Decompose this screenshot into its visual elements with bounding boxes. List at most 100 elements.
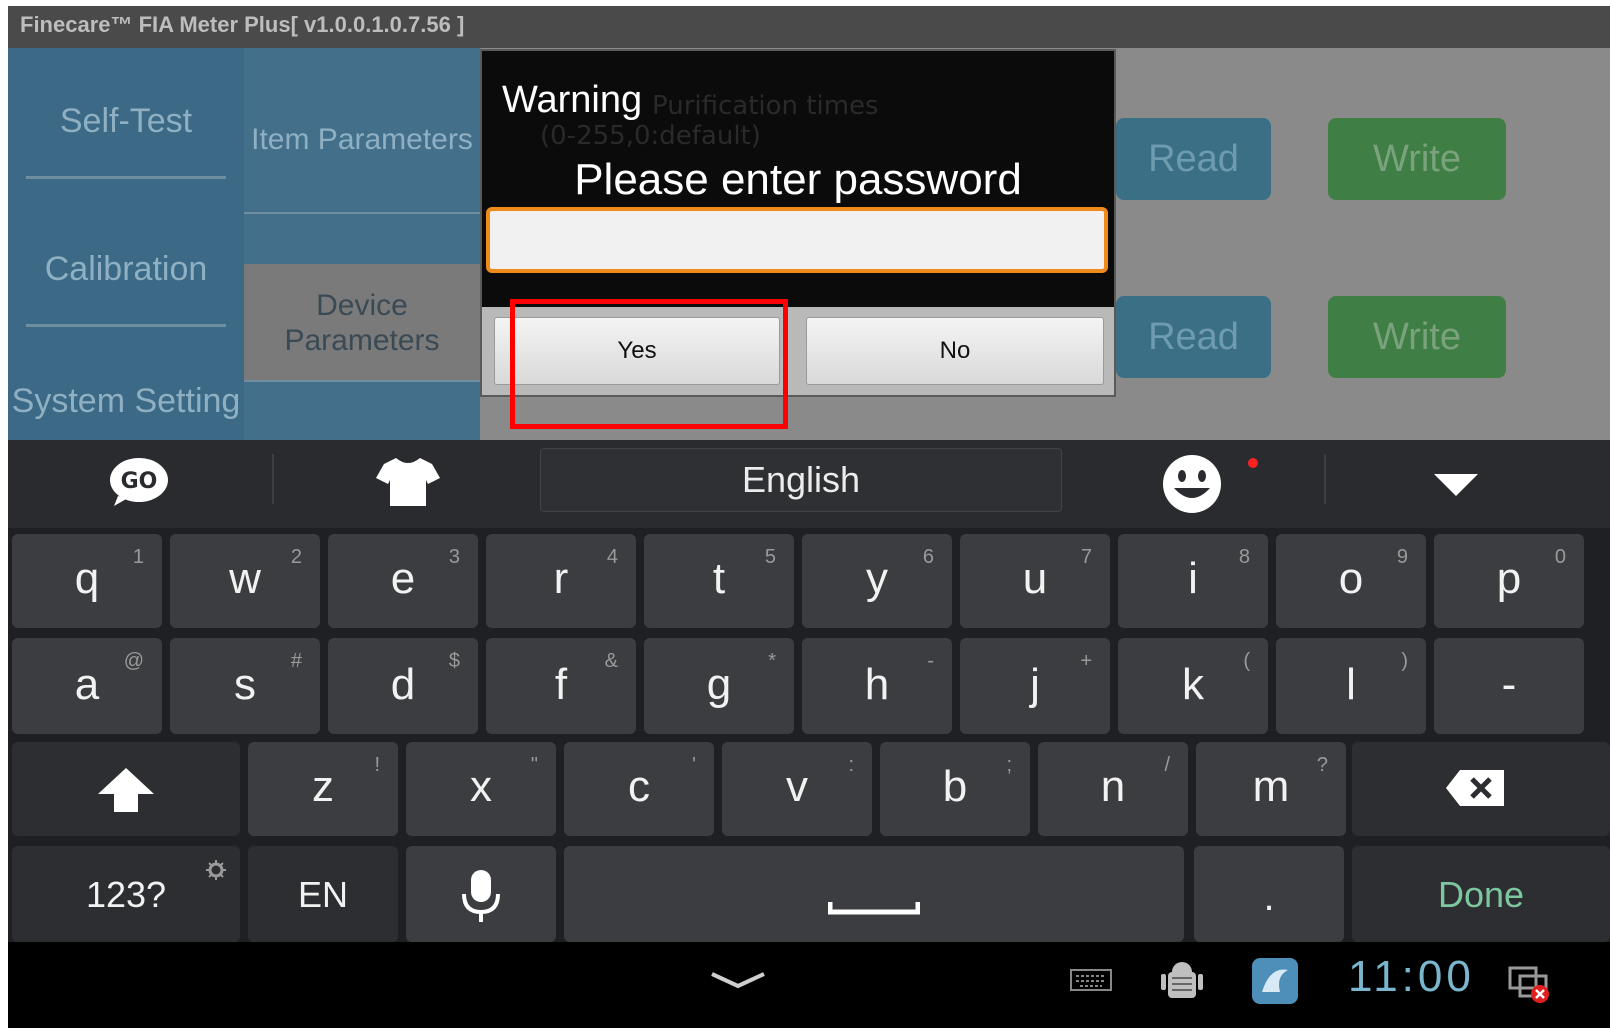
shift-key[interactable] [12,742,240,836]
collapse-icon[interactable] [1432,472,1480,498]
key-e[interactable]: e3 [328,534,478,628]
password-input[interactable] [486,207,1108,273]
sub-nav-divider [244,380,480,382]
left-nav: Self-Test Calibration System Setting [8,48,244,448]
key-l[interactable]: l) [1276,638,1426,734]
key-secondary-label: 9 [1396,546,1408,568]
title-bar: Finecare™ FIA Meter Plus[ v1.0.0.1.0.7.5… [8,6,1610,48]
language-selector[interactable]: English [540,448,1062,512]
key-i[interactable]: i8 [1118,534,1268,628]
keyboard-icon [1070,969,1112,991]
app-icon [1252,958,1298,1004]
key-n[interactable]: n / [1038,742,1188,836]
sub-nav: Item Parameters Device Parameters [244,48,480,448]
app-title: Finecare™ FIA Meter Plus[ v1.0.0.1.0.7.5… [20,12,465,37]
key-s[interactable]: s # [170,638,320,734]
nav-system-setting[interactable]: System Setting [8,382,244,420]
key-secondary-label: ? [1316,754,1328,776]
key-x[interactable]: x " [406,742,556,836]
space-key[interactable] [564,846,1184,942]
key-secondary-label: 5 [764,546,776,568]
key-j[interactable]: j + [960,638,1110,734]
toolbar-separator [272,454,274,504]
no-button[interactable]: No [806,317,1104,385]
key-secondary-label: ! [374,754,380,776]
language-key-label: EN [297,874,348,915]
key-secondary-label: ; [1006,754,1012,776]
backspace-key[interactable] [1352,742,1610,836]
dialog-title: Warning [502,79,643,121]
network-error-icon [1508,966,1549,1003]
key-secondary-label: ) [1401,650,1408,672]
ghost-text-purification: Purification times [652,91,879,121]
write-button-2[interactable]: Write [1328,296,1506,378]
key-secondary-label: * [768,650,776,672]
key-secondary-label: " [530,754,538,776]
done-key[interactable]: Done [1352,846,1610,942]
key-u[interactable]: u7 [960,534,1110,628]
key-secondary-label: @ [123,650,144,672]
space-icon [828,902,920,915]
key-y[interactable]: y6 [802,534,952,628]
key-secondary-label: 1 [132,546,144,568]
svg-text:GO: GO [121,469,158,494]
read-button-2[interactable]: Read [1116,296,1271,378]
dialog-message: Please enter password [574,155,1022,204]
key-c[interactable]: c ' [564,742,714,836]
key-label: - [1501,660,1517,709]
settings-icon [206,860,226,880]
key-o[interactable]: o9 [1276,534,1426,628]
key-secondary-label: 7 [1080,546,1092,568]
key-m[interactable]: m? [1196,742,1346,836]
shirt-icon[interactable] [376,456,440,508]
key-d[interactable]: d $ [328,638,478,734]
mic-key[interactable] [406,846,556,942]
sub-nav-divider [244,212,480,214]
key-g[interactable]: g * [644,638,794,734]
key-secondary-label: & [604,650,618,672]
nav-calibration[interactable]: Calibration [8,250,244,289]
yes-highlight-box [510,299,788,429]
notification-dot [1248,458,1258,468]
key-k[interactable]: k( [1118,638,1268,734]
key-h[interactable]: h- [802,638,952,734]
key-v[interactable]: v: [722,742,872,836]
status-clock: 11:00 [1348,952,1475,1001]
toolbar-separator [1324,454,1326,504]
nav-divider [26,176,226,179]
key-secondary-label: + [1080,650,1092,672]
key-secondary-label: 0 [1554,546,1566,568]
nav-self-test[interactable]: Self-Test [8,102,244,141]
read-button-1[interactable]: Read [1116,118,1271,200]
ghost-text-range: (0-255,0:default) [540,121,761,151]
symbols-key[interactable]: 123? [12,846,240,942]
key-f[interactable]: f & [486,638,636,734]
sub-nav-device-parameters[interactable]: Device Parameters [244,264,480,380]
nav-divider [26,324,226,327]
shift-icon [98,768,154,812]
key-secondary-label: 3 [448,546,460,568]
backspace-icon [1446,770,1504,806]
key-z[interactable]: z! [248,742,398,836]
language-key[interactable]: EN [248,846,398,942]
write-button-1[interactable]: Write [1328,118,1506,200]
key-b[interactable]: b; [880,742,1030,836]
device-screen: Finecare™ FIA Meter Plus[ v1.0.0.1.0.7.5… [8,6,1610,1028]
key-p[interactable]: p0 [1434,534,1584,628]
keyboard-toolbar: GO English [8,440,1610,528]
nav-back-chevron-icon[interactable] [708,968,768,992]
key-w[interactable]: w2 [170,534,320,628]
emoji-icon[interactable] [1160,454,1224,514]
key-dash[interactable]: - [1434,638,1584,734]
sub-nav-item-parameters[interactable]: Item Parameters [244,122,480,222]
key-secondary-label: 8 [1238,546,1250,568]
period-key[interactable]: . [1194,846,1344,942]
mic-icon [462,870,500,922]
go-icon[interactable]: GO [108,456,170,508]
key-a[interactable]: a @ [12,638,162,734]
key-secondary-label: $ [448,650,460,672]
key-r[interactable]: r4 [486,534,636,628]
key-t[interactable]: t5 [644,534,794,628]
key-secondary-label: 2 [290,546,302,568]
key-q[interactable]: q1 [12,534,162,628]
